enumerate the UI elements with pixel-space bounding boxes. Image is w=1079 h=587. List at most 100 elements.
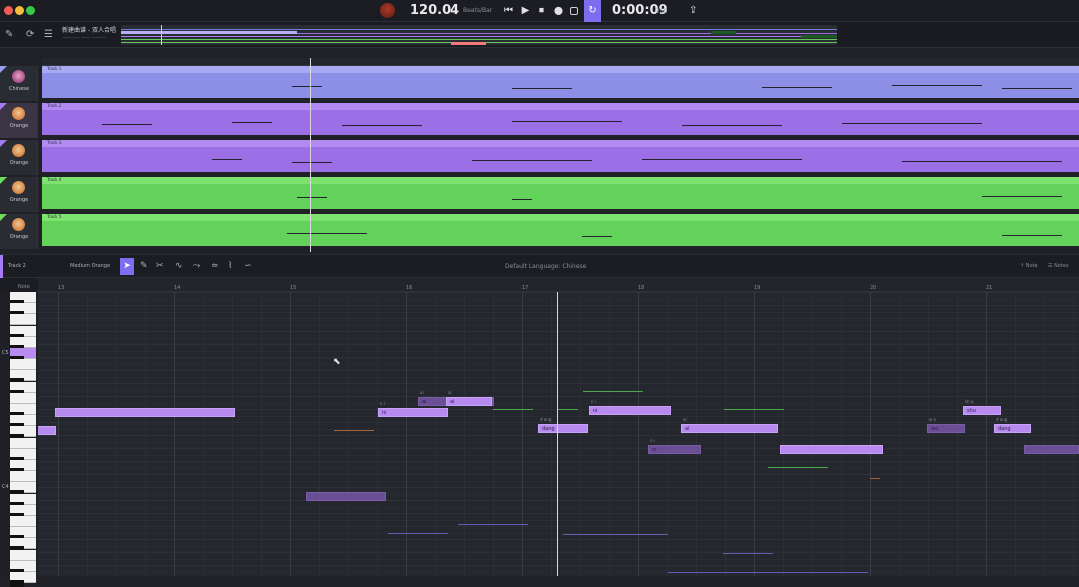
voice-model-select[interactable]: Medium Orange <box>70 263 110 269</box>
pitch-draw-tool-icon[interactable]: ⤳ <box>193 261 200 271</box>
language-label[interactable]: Default Language: Chinese <box>505 263 586 270</box>
note-phoneme: d ang <box>996 417 1008 422</box>
arrangement-ruler[interactable] <box>42 58 1079 66</box>
note[interactable] <box>306 492 386 501</box>
track-header-2[interactable]: Orange <box>0 103 38 138</box>
piano-roll[interactable]: 13 14 15 16 17 18 19 20 21 ni n i ai ai ai ai dang d an… <box>38 278 1079 576</box>
note-lyric: ni <box>593 408 598 414</box>
pencil-tool-icon[interactable]: ✎ <box>140 261 148 271</box>
project-title: 新建曲谱 - 双人合唱 <box>62 27 116 34</box>
note[interactable]: wo <box>927 424 965 433</box>
track-voice-name: Orange <box>9 160 29 166</box>
track-lane-1[interactable]: Track 1 <box>42 66 1079 98</box>
white-key[interactable] <box>10 314 36 326</box>
voice-avatar <box>12 144 25 157</box>
ghost-note <box>563 534 668 535</box>
note[interactable]: shu <box>963 406 1001 415</box>
voice-avatar <box>12 107 25 120</box>
stop-icon[interactable]: ⏹ <box>536 5 547 16</box>
scissors-tool-icon[interactable]: ✂ <box>156 261 164 271</box>
note[interactable]: ai <box>446 397 492 406</box>
bar-number: 19 <box>754 285 761 291</box>
note-phoneme: ai <box>420 390 424 395</box>
zoom-window-button[interactable] <box>26 6 35 15</box>
ghost-note <box>583 391 643 392</box>
pitch-curve-tool-icon[interactable]: ∿ <box>175 261 183 271</box>
track-lane-3[interactable]: Track 3 <box>42 140 1079 172</box>
note[interactable]: ni <box>378 408 448 417</box>
track-lane-4[interactable]: Track 4 <box>42 177 1079 209</box>
note[interactable]: ai <box>681 424 778 433</box>
ghost-note <box>334 430 374 431</box>
menu-icon[interactable]: ☰ <box>44 29 53 40</box>
ghost-note <box>388 533 448 534</box>
record-icon[interactable]: ⬤ <box>553 5 564 16</box>
track-lane-2[interactable]: Track 2 <box>42 103 1079 135</box>
notes-list-button[interactable]: ☰ Notes <box>1048 263 1069 269</box>
note[interactable]: dang <box>538 424 588 433</box>
ghost-note <box>493 409 533 410</box>
white-key[interactable] <box>10 549 36 561</box>
key-label-c5: C5 <box>2 350 9 356</box>
beats-unit-label: Beats/Bar <box>463 7 493 14</box>
white-key[interactable] <box>10 471 36 483</box>
track-header-4[interactable]: Orange <box>0 177 38 212</box>
ghost-note <box>724 409 784 410</box>
note[interactable] <box>780 445 883 454</box>
white-key[interactable] <box>10 516 36 527</box>
note[interactable] <box>38 426 56 435</box>
track-label: Track 5 <box>47 214 62 219</box>
vibrato-tool-icon[interactable]: ≈ <box>211 261 219 271</box>
user-avatar[interactable] <box>380 3 395 18</box>
note-lyric: dang <box>998 426 1011 432</box>
white-key[interactable] <box>10 359 36 371</box>
track-voice-name: Orange <box>9 197 29 203</box>
piano-roll-ruler[interactable]: 13 14 15 16 17 18 19 20 21 <box>38 278 1079 292</box>
export-icon[interactable]: ⇪ <box>689 5 697 16</box>
track-header-5[interactable]: Orange <box>0 214 38 249</box>
select-tool-icon[interactable]: ➤ <box>120 258 134 275</box>
bar-number: 17 <box>522 285 529 291</box>
note[interactable] <box>55 408 235 417</box>
loop-button[interactable]: ↻ <box>584 0 601 22</box>
note[interactable]: ni <box>648 445 701 454</box>
piano-keyboard[interactable]: Note C5 C4 <box>0 278 38 587</box>
note-phoneme: sh u <box>965 399 974 404</box>
track-lane-5[interactable]: Track 5 <box>42 214 1079 246</box>
track-label: Track 4 <box>47 177 62 182</box>
track-header-3[interactable]: Orange <box>0 140 38 175</box>
arrangement-overview[interactable] <box>121 25 837 45</box>
sync-icon[interactable]: ⟳ <box>26 29 34 40</box>
pen-tool-icon[interactable]: ✎ <box>5 29 13 40</box>
rewind-icon[interactable]: ⏮ <box>503 5 514 16</box>
note[interactable]: ni <box>589 406 671 415</box>
black-key[interactable] <box>10 580 24 587</box>
play-icon[interactable]: ▶ <box>520 5 531 16</box>
note-lyric: ai <box>450 399 455 405</box>
ghost-note <box>458 524 528 525</box>
track-list: Chinese Track 1 Orange Track 2 Orange Tr… <box>0 58 1079 252</box>
metronome-icon[interactable] <box>570 7 578 15</box>
note-lyric: dang <box>542 426 555 432</box>
tempo-field[interactable]: 120.0 <box>410 3 451 18</box>
ghost-note <box>870 478 880 479</box>
track-label: Track 2 <box>47 103 62 108</box>
ghost-note <box>668 572 868 573</box>
note-property-button[interactable]: ↑ Note <box>1020 263 1038 269</box>
transport-bar: 120.0 4 Beats/Bar ⏮ ▶ ⏹ ⬤ ↻ 0:00:09 250 … <box>0 0 1079 22</box>
note[interactable] <box>1024 445 1079 454</box>
ghost-note <box>723 553 773 554</box>
close-window-button[interactable] <box>4 6 13 15</box>
editor-playhead[interactable] <box>557 292 558 576</box>
white-key[interactable] <box>10 392 36 404</box>
beats-field[interactable]: 4 <box>450 3 459 18</box>
ghost-note <box>558 409 578 410</box>
minimize-window-button[interactable] <box>15 6 24 15</box>
voice-avatar <box>12 70 25 83</box>
white-key[interactable] <box>10 437 36 449</box>
note[interactable]: dang <box>994 424 1031 433</box>
track-header-1[interactable]: Chinese <box>0 66 38 101</box>
param-curve-tool-icon[interactable]: ∽ <box>244 261 252 271</box>
waveform-tool-icon[interactable]: ⌇ <box>228 261 232 271</box>
arrangement-playhead[interactable] <box>310 58 311 252</box>
